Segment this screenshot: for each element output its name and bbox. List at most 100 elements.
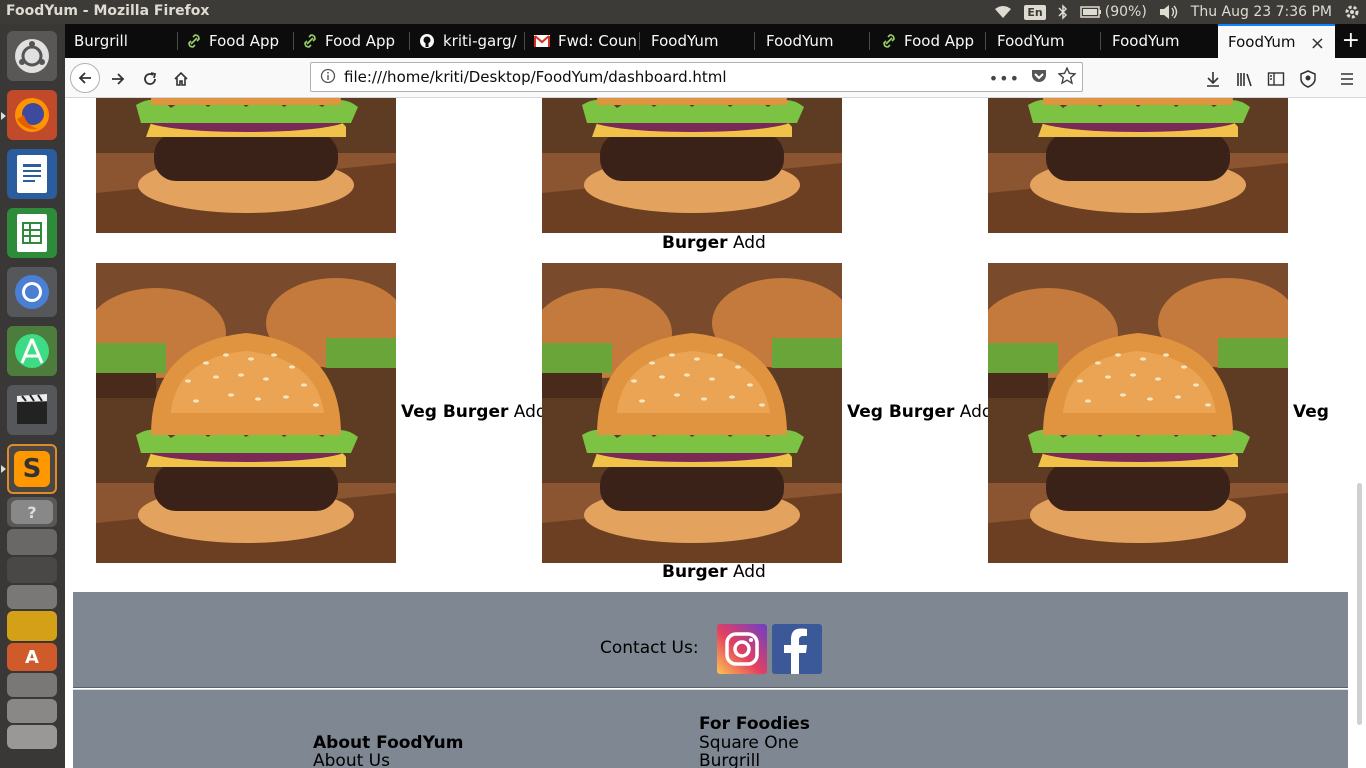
calc-icon[interactable] (7, 208, 57, 258)
keyboard-layout-indicator[interactable]: En (1024, 4, 1046, 20)
chromium-icon[interactable] (7, 267, 57, 317)
sidebar-button[interactable] (1263, 66, 1289, 92)
writer-icon[interactable] (7, 149, 57, 199)
contact-label: Contact Us: (600, 638, 699, 658)
library-icon (1237, 73, 1252, 87)
tab-food-app-3[interactable]: Food App (870, 24, 986, 58)
bookmark-star-icon[interactable] (1057, 66, 1077, 89)
tab-label: FoodYum (651, 32, 719, 50)
video-editor-icon[interactable] (7, 385, 57, 435)
tab-github[interactable]: kriti-garg/ (410, 24, 525, 58)
home-icon (174, 71, 188, 86)
about-us-link[interactable]: About Us (313, 751, 390, 768)
top-panel: FoodYum - Mozilla Firefox En (90%) Thu A… (0, 0, 1366, 24)
launcher-active-pip (1, 112, 6, 120)
tab-bar: Burgrill Food App Food App kriti-garg/ F… (65, 24, 1366, 58)
tab-label: FoodYum (1112, 32, 1180, 50)
sublime-text-icon[interactable]: S (7, 444, 57, 494)
menu-item-name: Burger (662, 233, 728, 253)
url-text[interactable]: file:///home/kriti/Desktop/FoodYum/dashb… (344, 68, 727, 86)
instagram-icon[interactable] (717, 624, 767, 674)
tab-label: Food App (904, 32, 975, 50)
tab-foodyum-4[interactable]: FoodYum (1101, 24, 1218, 58)
tab-food-app-2[interactable]: Food App (294, 24, 410, 58)
settings-app-icon[interactable] (7, 699, 57, 723)
tab-label: FoodYum (997, 32, 1065, 50)
downloads-button[interactable] (1200, 66, 1226, 92)
bluetooth-icon[interactable] (1058, 4, 1068, 20)
tab-foodyum-active[interactable]: FoodYum × (1218, 24, 1335, 58)
tab-burgrill[interactable]: Burgrill (65, 24, 178, 58)
tab-food-app-1[interactable]: Food App (178, 24, 294, 58)
close-tab-icon[interactable]: × (1310, 33, 1325, 54)
battery-indicator[interactable]: (90%) (1079, 4, 1147, 20)
gmail-icon (534, 35, 550, 47)
ubuntu-dash-icon[interactable] (7, 31, 57, 81)
download-icon (1207, 72, 1219, 87)
system-tray: En (90%) Thu Aug 23 7:36 PM (994, 0, 1360, 24)
files-icon[interactable] (7, 673, 57, 697)
site-info-icon[interactable] (320, 68, 336, 88)
volume-icon[interactable] (1159, 4, 1179, 20)
tab-label: FoodYum (766, 32, 834, 50)
burger-image (542, 263, 842, 563)
tab-label: kriti-garg/ (443, 32, 517, 50)
page-viewport: Burger Add Veg Burger Add Veg Burger Add… (65, 98, 1366, 768)
trash-icon[interactable] (7, 725, 57, 749)
page-scrollbar[interactable] (1354, 98, 1366, 768)
burger-image (988, 98, 1288, 233)
wifi-icon[interactable] (994, 5, 1012, 19)
disk-icon[interactable] (7, 529, 57, 555)
tab-label: Burgrill (74, 32, 128, 50)
burger-image (96, 263, 396, 563)
page-actions-icon[interactable]: ••• (989, 69, 1020, 88)
tab-label: Food App (325, 32, 396, 50)
unknown-app-icon[interactable]: ? (7, 497, 57, 527)
burger-image (988, 263, 1288, 563)
about-heading: About FoodYum (313, 733, 464, 753)
clock[interactable]: Thu Aug 23 7:36 PM (1191, 4, 1332, 20)
forward-button[interactable] (105, 66, 131, 92)
tab-foodyum-1[interactable]: FoodYum (640, 24, 755, 58)
reload-button[interactable] (137, 66, 163, 92)
menu-item-caption: Veg (1293, 402, 1329, 422)
tab-label: Fwd: Coun (558, 32, 637, 50)
settings-gear-icon[interactable] (1344, 4, 1360, 20)
unity-launcher: S ? A (0, 24, 65, 768)
menu-item-name: Veg Burger (847, 402, 955, 422)
firefox-icon[interactable] (7, 90, 57, 140)
tracking-protection-button[interactable] (1295, 66, 1321, 92)
facebook-icon[interactable] (772, 624, 822, 674)
add-link[interactable]: Add (733, 233, 766, 253)
shield-icon (1300, 70, 1316, 88)
window-title: FoodYum - Mozilla Firefox (6, 3, 210, 19)
forward-arrow-icon (112, 73, 125, 85)
burger-image (96, 98, 396, 233)
terminal-icon[interactable] (7, 557, 57, 583)
foodies-heading: For Foodies (699, 714, 810, 734)
contact-section: Contact Us: (73, 592, 1348, 688)
new-tab-plus-icon[interactable]: + (1342, 28, 1360, 53)
battery-icon (1079, 6, 1101, 18)
square-one-link[interactable]: Square One (699, 733, 799, 753)
github-icon (419, 33, 435, 49)
url-bar[interactable]: file:///home/kriti/Desktop/FoodYum/dashb… (310, 62, 1083, 92)
menu-item-caption: Veg Burger Add (847, 402, 993, 422)
home-button[interactable] (168, 66, 194, 92)
pocket-icon[interactable] (1030, 68, 1048, 88)
tab-foodyum-2[interactable]: FoodYum (755, 24, 870, 58)
footer-links: About FoodYum About Us For Foodies Squar… (73, 689, 1348, 768)
scrollbar-thumb[interactable] (1357, 483, 1362, 725)
android-studio-icon[interactable] (7, 326, 57, 376)
link-icon (882, 34, 896, 48)
menu-item-name: Veg Burger (401, 402, 509, 422)
add-link[interactable]: Add (733, 562, 766, 582)
burgrill-link[interactable]: Burgrill (699, 751, 760, 768)
library-button[interactable] (1232, 66, 1258, 92)
tab-gmail[interactable]: Fwd: Coun (525, 24, 640, 58)
back-button[interactable] (70, 63, 100, 93)
tab-foodyum-3[interactable]: FoodYum (986, 24, 1101, 58)
text-editor-icon[interactable] (7, 585, 57, 609)
menu-button[interactable] (1334, 66, 1360, 92)
software-center-icon[interactable]: A (7, 643, 57, 671)
